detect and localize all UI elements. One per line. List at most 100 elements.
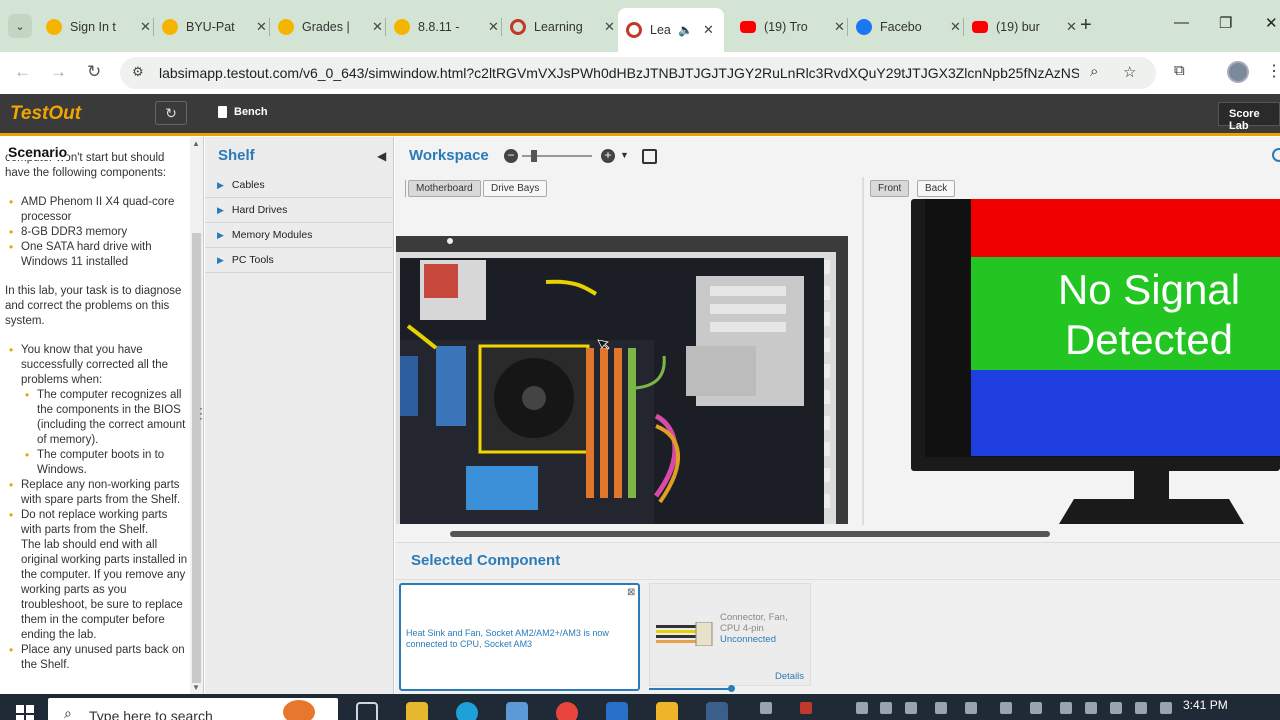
shelf-item-memory-modules[interactable]: ▶ Memory Modules [205, 223, 394, 248]
reset-refresh-button[interactable]: ↻ [155, 101, 187, 125]
extensions-puzzle-icon[interactable]: ⧉ [1174, 62, 1185, 79]
tab-sign-in[interactable]: Sign In t ✕ [38, 10, 159, 44]
details-link[interactable]: Details [775, 671, 804, 682]
file-explorer-icon[interactable] [406, 702, 428, 720]
help-icon[interactable] [1272, 148, 1280, 162]
tray-icon[interactable] [965, 702, 977, 714]
window-close-icon[interactable]: ✕ [1265, 14, 1278, 32]
back-arrow-icon[interactable]: ← [14, 62, 31, 82]
collapse-left-icon[interactable]: ◀ [377, 149, 386, 163]
memory-slot[interactable] [586, 348, 594, 498]
close-icon[interactable]: ⊠ [627, 587, 635, 598]
component-scroll-track[interactable] [649, 688, 733, 690]
volume-icon[interactable] [1160, 702, 1172, 714]
tray-icon[interactable] [856, 702, 868, 714]
tray-icon[interactable] [905, 702, 917, 714]
minimize-icon[interactable]: — [1174, 14, 1189, 31]
fit-to-screen-icon[interactable] [642, 149, 657, 164]
zoom-slider-thumb[interactable] [531, 150, 537, 162]
tray-icon[interactable] [935, 702, 947, 714]
close-icon[interactable]: ✕ [1066, 19, 1077, 35]
zoom-dropdown-icon[interactable]: ▼ [620, 150, 629, 160]
close-icon[interactable]: ✕ [703, 22, 714, 38]
search-placeholder: Type here to search [89, 708, 213, 720]
close-icon[interactable]: ✕ [140, 19, 151, 35]
tab-facebook[interactable]: Facebo ✕ [848, 10, 969, 44]
tray-icon[interactable] [800, 702, 812, 714]
scroll-up-icon[interactable]: ▲ [192, 139, 200, 148]
taskbar-clock[interactable]: 3:41 PM [1183, 698, 1228, 712]
close-icon[interactable]: ✕ [950, 19, 961, 35]
tab-grades[interactable]: Grades | ✕ [270, 10, 391, 44]
tab-8-8-11[interactable]: 8.8.11 - ✕ [386, 10, 507, 44]
tab-back[interactable]: Back [917, 180, 956, 197]
tray-icon[interactable] [1000, 702, 1012, 714]
tray-icon[interactable] [1060, 702, 1072, 714]
score-lab-button[interactable]: Score Lab [1218, 102, 1280, 132]
reload-icon[interactable]: ↻ [87, 62, 101, 82]
tray-icon[interactable] [1030, 702, 1042, 714]
close-icon[interactable]: ✕ [256, 19, 267, 35]
computer-case-motherboard[interactable] [396, 236, 862, 524]
workspace-horizontal-scrollbar[interactable] [450, 531, 1050, 537]
tab-title: (19) bur [996, 20, 1040, 34]
address-bar[interactable]: ⚙ labsimapp.testout.com/v6_0_643/simwind… [120, 57, 1156, 89]
site-settings-icon[interactable]: ⚙ [132, 64, 144, 80]
connector-name: Connector, Fan, CPU 4-pin [720, 612, 788, 634]
tab-learning[interactable]: Learning ✕ [502, 10, 623, 44]
tray-icon[interactable] [760, 702, 772, 714]
panel-resize-handle[interactable]: ⋮ [194, 405, 203, 422]
profile-avatar[interactable] [1227, 61, 1249, 83]
tray-icon[interactable] [1110, 702, 1122, 714]
tab-search-chevron-icon[interactable]: ⌄ [8, 14, 32, 38]
restore-icon[interactable]: ❐ [1219, 14, 1232, 32]
close-icon[interactable]: ✕ [488, 19, 499, 35]
component-scroll-thumb[interactable] [728, 685, 735, 692]
memory-slot[interactable] [600, 348, 608, 498]
browser-menu-icon[interactable]: ⋮ [1266, 61, 1280, 81]
bookmark-star-icon[interactable]: ☆ [1123, 63, 1136, 81]
tab-youtube-2[interactable]: (19) bur ✕ [964, 10, 1085, 44]
connector-status: Unconnected [720, 634, 776, 645]
forward-arrow-icon[interactable]: → [50, 62, 67, 82]
tab-drive-bays[interactable]: Drive Bays [483, 180, 548, 197]
bench-button[interactable]: Bench [218, 106, 268, 118]
speaker-icon[interactable]: 🔈 [678, 23, 693, 37]
tray-icon[interactable] [1135, 702, 1147, 714]
close-icon[interactable]: ✕ [372, 19, 383, 35]
shelf-item-pc-tools[interactable]: ▶ PC Tools [205, 248, 394, 273]
windows-start-icon[interactable] [16, 705, 34, 720]
new-tab-icon[interactable]: + [1080, 14, 1092, 37]
tab-front[interactable]: Front [870, 180, 910, 197]
tab-active-lab[interactable]: Lea 🔈 ✕ [618, 8, 724, 52]
memory-slot[interactable] [628, 348, 636, 498]
chrome-icon[interactable] [556, 702, 578, 720]
memory-slot[interactable] [614, 348, 622, 498]
selected-component-card[interactable]: ⊠ Heat Sink and Fan, Socket AM2/AM2+/AM3… [399, 583, 640, 691]
zoom-icon[interactable]: ⌕ [1090, 63, 1098, 80]
scenario-panel: Scenario computer won't start but should… [0, 137, 204, 694]
store-icon[interactable] [506, 702, 528, 720]
scenario-scroll-thumb[interactable] [192, 233, 201, 683]
tab-title: Grades | [302, 20, 350, 34]
shelf-item-cables[interactable]: ▶ Cables [205, 173, 394, 198]
app-icon[interactable] [656, 702, 678, 720]
close-icon[interactable]: ✕ [604, 19, 615, 35]
scroll-down-icon[interactable]: ▼ [192, 683, 200, 692]
task-view-icon[interactable] [356, 702, 378, 720]
connector-card[interactable]: Connector, Fan, CPU 4-pin Unconnected De… [649, 583, 811, 686]
tab-byu-pathway[interactable]: BYU-Pat ✕ [154, 10, 275, 44]
tab-motherboard[interactable]: Motherboard [408, 180, 481, 197]
zoom-out-icon[interactable]: − [504, 149, 518, 163]
url-text[interactable]: labsimapp.testout.com/v6_0_643/simwindow… [159, 65, 1079, 81]
shelf-item-hard-drives[interactable]: ▶ Hard Drives [205, 198, 394, 223]
tray-icon[interactable] [1085, 702, 1097, 714]
zoom-in-icon[interactable]: + [601, 149, 615, 163]
edge-browser-icon[interactable] [456, 702, 478, 720]
close-icon[interactable]: ✕ [834, 19, 845, 35]
tray-icon[interactable] [880, 702, 892, 714]
outlook-icon[interactable] [606, 702, 628, 720]
tab-youtube-1[interactable]: (19) Tro ✕ [732, 10, 853, 44]
search-highlight-pumpkin-icon[interactable] [283, 700, 315, 720]
terminal-icon[interactable] [706, 702, 728, 720]
